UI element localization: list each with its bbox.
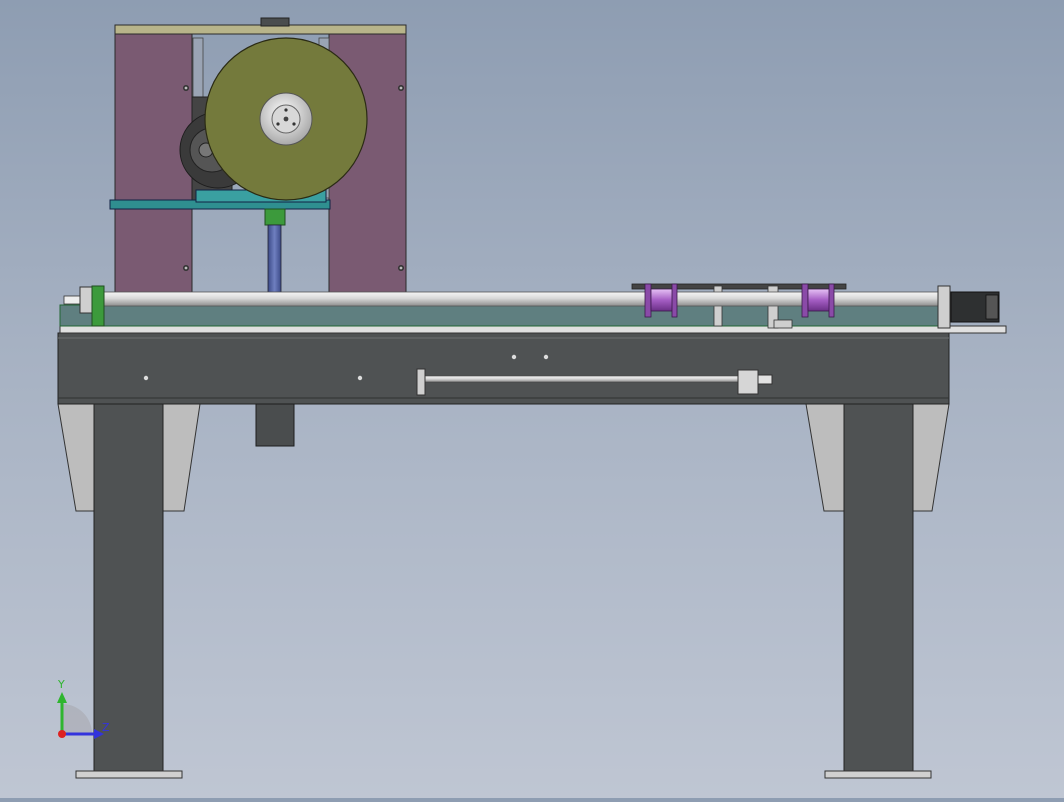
cad-viewport[interactable]: Y Z: [0, 0, 1064, 798]
table-beam: [57, 332, 950, 405]
tabletop-plate: [59, 304, 1007, 334]
green-coupler: [264, 208, 286, 226]
axis-label-z: Z: [102, 721, 110, 734]
axis-label-y: Y: [58, 678, 65, 691]
right-leg: [805, 403, 950, 779]
wire-reel: [204, 37, 368, 201]
right-end-motor: [937, 285, 1000, 329]
blue-rod: [267, 224, 282, 296]
lower-motor-block: [255, 403, 295, 447]
machine-drawing: [57, 17, 1007, 779]
